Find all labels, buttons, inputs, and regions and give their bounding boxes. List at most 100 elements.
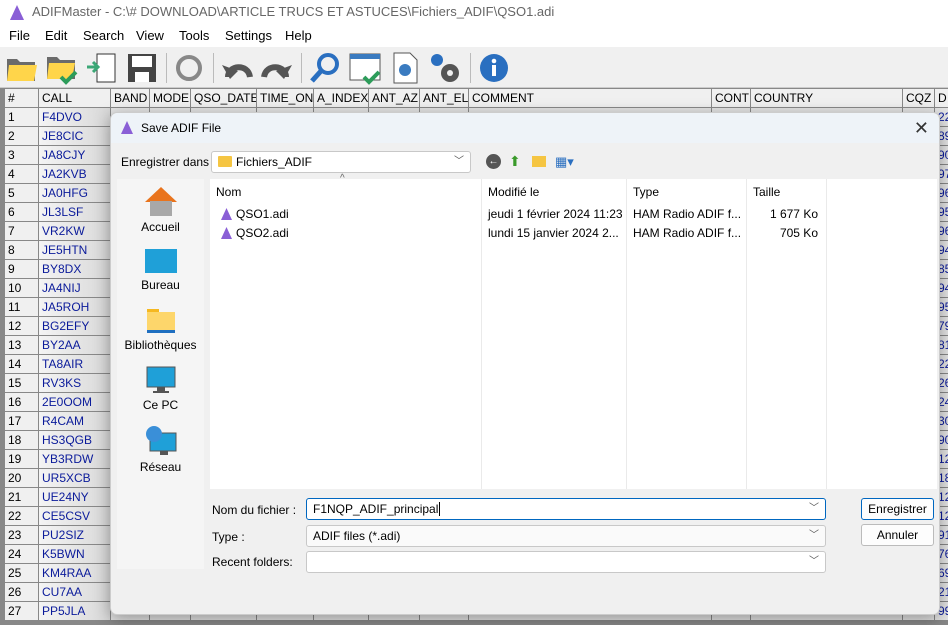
place-accueil[interactable]: Accueil xyxy=(117,185,204,234)
column-header[interactable]: COMMENT xyxy=(469,89,712,108)
call-cell[interactable]: JA0HFG xyxy=(39,184,111,203)
import-icon[interactable] xyxy=(85,51,119,85)
call-cell[interactable]: JA8CJY xyxy=(39,146,111,165)
call-cell[interactable]: JL3LSF xyxy=(39,203,111,222)
row-number[interactable]: 24 xyxy=(5,545,39,564)
place-bibliotheques[interactable]: Bibliothèques xyxy=(117,305,204,352)
call-cell[interactable]: UE24NY xyxy=(39,488,111,507)
filename-input[interactable]: F1NQP_ADIF_principal ﹀ xyxy=(306,498,826,520)
menu-help[interactable]: Help xyxy=(285,28,312,43)
new-folder-icon[interactable] xyxy=(532,156,546,167)
row-number[interactable]: 15 xyxy=(5,374,39,393)
column-header-type[interactable]: Type xyxy=(633,185,659,199)
row-number[interactable]: 8 xyxy=(5,241,39,260)
column-header[interactable]: D xyxy=(935,89,948,108)
report-icon[interactable] xyxy=(388,51,422,85)
row-number[interactable]: 11 xyxy=(5,298,39,317)
column-header[interactable]: CALL xyxy=(39,89,111,108)
call-cell[interactable]: PU2SIZ xyxy=(39,526,111,545)
column-header[interactable]: QSO_DATE xyxy=(191,89,257,108)
call-cell[interactable]: BY2AA xyxy=(39,336,111,355)
row-number[interactable]: 9 xyxy=(5,260,39,279)
column-header[interactable]: TIME_ON xyxy=(257,89,314,108)
row-number[interactable]: 3 xyxy=(5,146,39,165)
column-header[interactable]: COUNTRY xyxy=(751,89,903,108)
call-cell[interactable]: UR5XCB xyxy=(39,469,111,488)
column-header[interactable]: MODE xyxy=(150,89,191,108)
column-header[interactable]: CQZ xyxy=(903,89,935,108)
place-bureau[interactable]: Bureau xyxy=(117,245,204,292)
column-header[interactable]: BAND xyxy=(111,89,150,108)
place-reseau[interactable]: Réseau xyxy=(117,425,204,474)
row-number[interactable]: 12 xyxy=(5,317,39,336)
call-cell[interactable]: YB3RDW xyxy=(39,450,111,469)
row-number[interactable]: 19 xyxy=(5,450,39,469)
info-icon[interactable] xyxy=(477,51,511,85)
call-cell[interactable]: TA8AIR xyxy=(39,355,111,374)
call-cell[interactable]: VR2KW xyxy=(39,222,111,241)
column-header-modified[interactable]: Modifié le xyxy=(488,185,539,199)
menu-search[interactable]: Search xyxy=(83,28,124,43)
save-in-combo[interactable]: Fichiers_ADIF ﹀ xyxy=(211,151,471,173)
chevron-down-icon[interactable]: ﹀ xyxy=(809,499,819,519)
call-cell[interactable]: 2E0OOM xyxy=(39,393,111,412)
column-header[interactable]: ANT_EL xyxy=(420,89,469,108)
row-number[interactable]: 23 xyxy=(5,526,39,545)
save-icon[interactable] xyxy=(125,51,159,85)
row-number[interactable]: 22 xyxy=(5,507,39,526)
row-number[interactable]: 13 xyxy=(5,336,39,355)
row-number[interactable]: 6 xyxy=(5,203,39,222)
row-number[interactable]: 27 xyxy=(5,602,39,621)
row-number[interactable]: 25 xyxy=(5,564,39,583)
menu-view[interactable]: View xyxy=(136,28,164,43)
column-header-size[interactable]: Taille xyxy=(753,185,780,199)
type-select[interactable]: ADIF files (*.adi) ﹀ xyxy=(306,525,826,547)
cancel-button[interactable]: Annuler xyxy=(861,524,934,546)
back-icon[interactable]: ← xyxy=(486,154,501,169)
redo-icon[interactable] xyxy=(260,51,294,85)
column-header[interactable]: CONT xyxy=(712,89,751,108)
call-cell[interactable]: BY8DX xyxy=(39,260,111,279)
row-number[interactable]: 5 xyxy=(5,184,39,203)
settings-icon[interactable] xyxy=(428,51,462,85)
search-icon[interactable] xyxy=(308,51,342,85)
file-row[interactable]: QSO1.adi jeudi 1 février 2024 11:23 HAM … xyxy=(210,205,937,224)
menu-edit[interactable]: Edit xyxy=(45,28,67,43)
column-header-name[interactable]: Nom xyxy=(216,185,241,199)
call-cell[interactable]: JE5HTN xyxy=(39,241,111,260)
call-cell[interactable]: JA5ROH xyxy=(39,298,111,317)
view-menu-icon[interactable]: ▦▾ xyxy=(555,154,574,170)
row-number[interactable]: 21 xyxy=(5,488,39,507)
row-number[interactable]: 16 xyxy=(5,393,39,412)
call-cell[interactable]: JA4NIJ xyxy=(39,279,111,298)
column-header[interactable]: A_INDEX xyxy=(314,89,369,108)
row-number[interactable]: 4 xyxy=(5,165,39,184)
undo-icon[interactable] xyxy=(220,51,254,85)
call-cell[interactable]: JA2KVB xyxy=(39,165,111,184)
call-cell[interactable]: KM4RAA xyxy=(39,564,111,583)
open-verified-icon[interactable] xyxy=(45,51,79,85)
open-folder-icon[interactable] xyxy=(5,51,39,85)
recent-folders-select[interactable]: ﹀ xyxy=(306,551,826,573)
row-number[interactable]: 18 xyxy=(5,431,39,450)
column-header[interactable]: # xyxy=(5,89,39,108)
call-cell[interactable]: K5BWN xyxy=(39,545,111,564)
call-cell[interactable]: R4CAM xyxy=(39,412,111,431)
row-number[interactable]: 7 xyxy=(5,222,39,241)
menu-tools[interactable]: Tools xyxy=(179,28,209,43)
table-check-icon[interactable] xyxy=(348,51,382,85)
call-cell[interactable]: CU7AA xyxy=(39,583,111,602)
call-cell[interactable]: JE8CIC xyxy=(39,127,111,146)
close-icon[interactable]: ✕ xyxy=(914,113,929,143)
row-number[interactable]: 26 xyxy=(5,583,39,602)
call-cell[interactable]: HS3QGB xyxy=(39,431,111,450)
menu-settings[interactable]: Settings xyxy=(225,28,272,43)
place-ce-pc[interactable]: Ce PC xyxy=(117,365,204,412)
row-number[interactable]: 2 xyxy=(5,127,39,146)
call-cell[interactable]: F4DVO xyxy=(39,108,111,127)
row-number[interactable]: 20 xyxy=(5,469,39,488)
call-cell[interactable]: CE5CSV xyxy=(39,507,111,526)
save-button[interactable]: Enregistrer xyxy=(861,498,934,520)
row-number[interactable]: 1 xyxy=(5,108,39,127)
row-number[interactable]: 14 xyxy=(5,355,39,374)
